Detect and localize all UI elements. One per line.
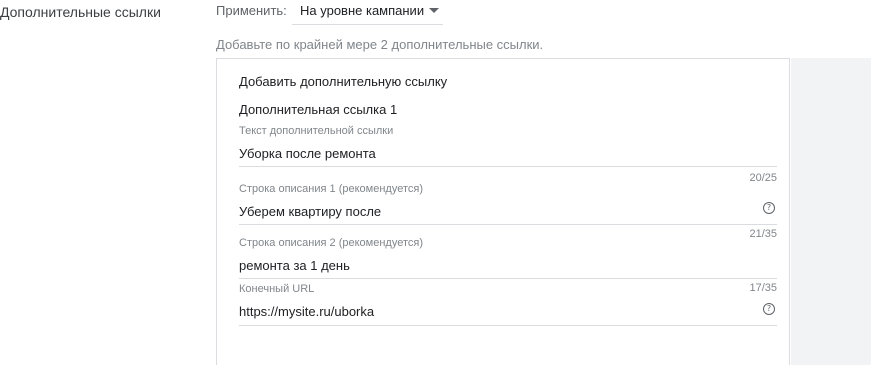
description-line-1-field[interactable]: Строка описания 1 (рекомендуется) ? 21/3…	[239, 181, 777, 240]
sitelink-card: Добавить дополнительную ссылку Дополните…	[216, 58, 790, 365]
sitelinks-editor: Дополнительные ссылки Применить: На уров…	[0, 0, 871, 365]
description-line-1-input[interactable]	[239, 204, 739, 219]
description-line-2-label: Строка описания 2 (рекомендуется)	[239, 237, 423, 249]
help-circle-icon[interactable]: ?	[763, 303, 775, 315]
description-line-2-input[interactable]	[239, 258, 739, 273]
sitelink-text-field[interactable]: Текст дополнительной ссылки 20/25	[239, 123, 777, 184]
description-line-2-field[interactable]: Строка описания 2 (рекомендуется) 17/35	[239, 235, 777, 294]
sitelink-text-input[interactable]	[239, 146, 739, 161]
sitelink-heading: Дополнительная ссылка 1	[239, 102, 398, 117]
help-circle-icon[interactable]: ?	[763, 202, 775, 214]
preview-side-panel	[791, 58, 871, 365]
apply-level-dropdown[interactable]: На уровне кампании	[292, 0, 443, 25]
field-underline	[239, 325, 777, 326]
apply-label: Применить:	[216, 3, 287, 18]
dropdown-arrow-icon	[429, 8, 439, 13]
final-url-label: Конечный URL	[239, 283, 315, 295]
description-line-1-label: Строка описания 1 (рекомендуется)	[239, 183, 423, 195]
final-url-input[interactable]	[239, 304, 739, 319]
sitelink-text-label: Текст дополнительной ссылки	[239, 125, 394, 137]
section-title: Дополнительные ссылки	[0, 4, 161, 20]
card-title: Добавить дополнительную ссылку	[239, 74, 448, 89]
field-underline	[239, 278, 777, 279]
apply-level-value: На уровне кампании	[300, 3, 425, 18]
field-underline	[239, 224, 777, 225]
final-url-field[interactable]: Конечный URL ?	[239, 283, 777, 328]
sitelinks-hint: Добавьте по крайней мере 2 дополнительны…	[216, 37, 544, 52]
field-underline	[239, 166, 777, 167]
